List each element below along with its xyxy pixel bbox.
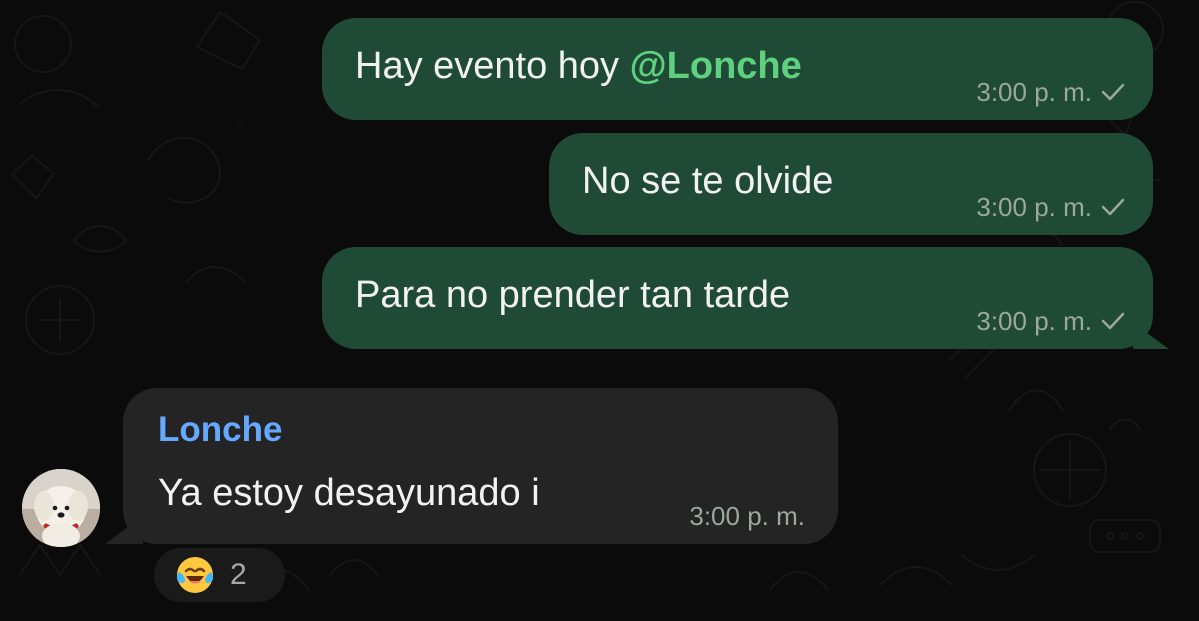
single-check-icon [1101, 312, 1125, 330]
message-bubble-outgoing[interactable]: No se te olvide 3:00 p. m. [549, 133, 1153, 235]
chat-view: Hay evento hoy @Lonche 3:00 p. m. No se … [0, 0, 1199, 621]
single-check-icon [1101, 83, 1125, 101]
dog-avatar-icon [22, 469, 100, 547]
message-time: 3:00 p. m. [976, 77, 1092, 107]
message-bubble-outgoing[interactable]: Para no prender tan tarde 3:00 p. m. [322, 247, 1153, 349]
message-text: Para no prender tan tarde [355, 274, 791, 316]
mention-link[interactable]: @Lonche [630, 45, 802, 87]
message-bubble-incoming[interactable]: Lonche Ya estoy desayunado i 3:00 p. m. [123, 388, 838, 544]
message-text: Ya estoy desayunado i [158, 472, 540, 514]
message-text: Hay evento hoy @Lonche [355, 44, 802, 88]
message-meta: 3:00 p. m. [976, 193, 1125, 221]
message-bubble-outgoing[interactable]: Hay evento hoy @Lonche 3:00 p. m. [322, 18, 1153, 120]
message-text-prefix: Hay evento hoy [355, 45, 630, 87]
message-meta: 3:00 p. m. [976, 78, 1125, 106]
message-time: 3:00 p. m. [976, 306, 1092, 336]
message-meta: 3:00 p. m. [976, 307, 1125, 335]
message-time: 3:00 p. m. [976, 192, 1092, 222]
message-meta: 3:00 p. m. [689, 502, 805, 530]
reaction-badge[interactable]: 2 [154, 548, 285, 602]
reaction-count: 2 [230, 558, 247, 591]
laughing-tears-emoji-icon [176, 557, 214, 593]
single-check-icon [1101, 198, 1125, 216]
avatar[interactable] [22, 469, 100, 547]
message-time: 3:00 p. m. [689, 501, 805, 531]
sender-name[interactable]: Lonche [158, 410, 282, 450]
message-text: No se te olvide [582, 160, 834, 202]
